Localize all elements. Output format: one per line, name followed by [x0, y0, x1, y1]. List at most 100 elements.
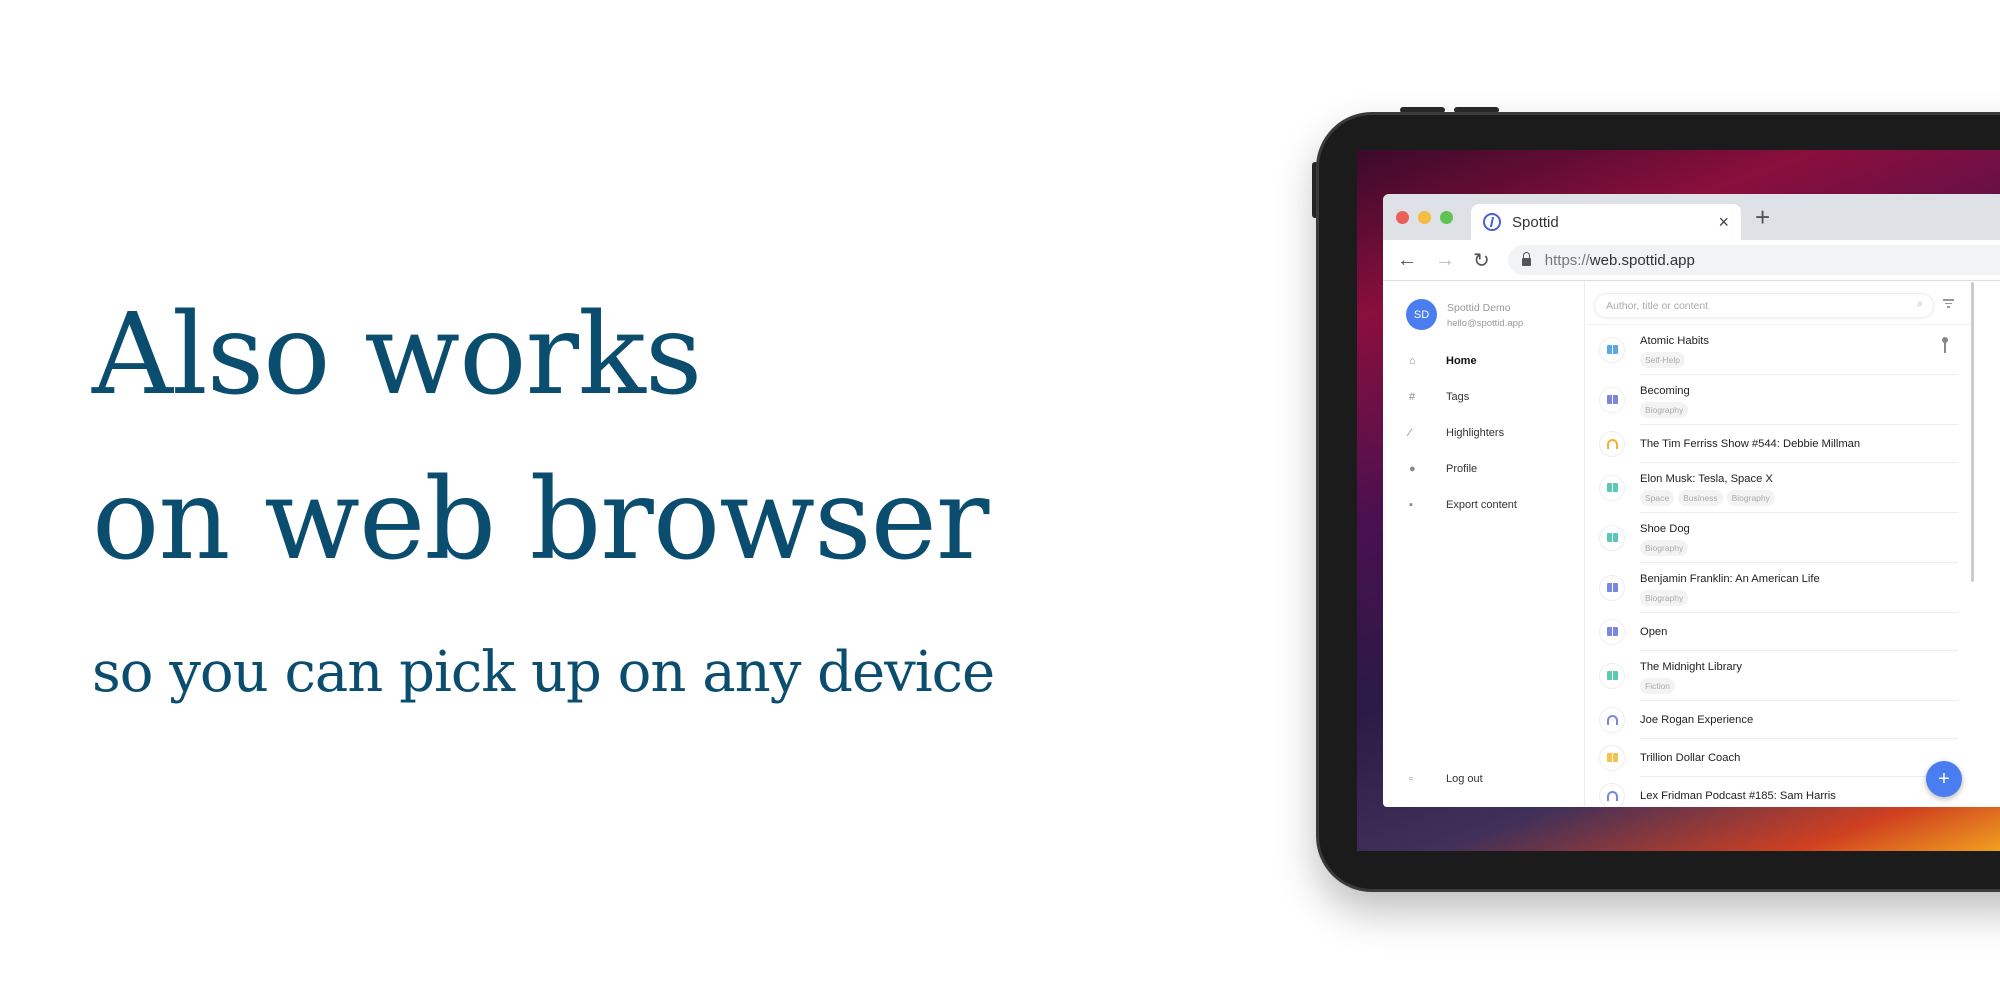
- tag-chip[interactable]: Biography: [1726, 490, 1775, 506]
- content-type-badge: [1599, 474, 1625, 501]
- pin-icon[interactable]: [1942, 337, 1948, 353]
- tag-chip[interactable]: Business: [1678, 490, 1723, 506]
- scrollbar[interactable]: [1971, 282, 1974, 582]
- content-list-pane: Author, title or content ⌕ Atomic Habits…: [1585, 281, 1971, 807]
- headphones-icon: [1606, 790, 1618, 801]
- content-type-badge: [1599, 336, 1625, 363]
- headphones-icon: [1606, 438, 1618, 449]
- list-item[interactable]: The Midnight Library Fiction: [1599, 651, 1958, 701]
- headline-line-2: on web browser: [92, 455, 989, 585]
- spottid-logo-icon: [1483, 213, 1501, 231]
- lock-icon: [1521, 252, 1531, 266]
- sidebar-item-tags[interactable]: # Tags: [1409, 391, 1469, 403]
- sidebar-item-home[interactable]: ⌂ Home: [1409, 355, 1477, 367]
- maximize-window-button[interactable]: [1440, 211, 1453, 224]
- content-type-badge: [1599, 706, 1625, 733]
- sidebar: SD Spottid Demo hello@spottid.app ⌂ Home #…: [1383, 281, 1585, 807]
- item-title: The Tim Ferriss Show #544: Debbie Millma…: [1640, 438, 1861, 450]
- browser-tab[interactable]: Spottid ×: [1471, 204, 1741, 240]
- book-icon: [1606, 395, 1618, 404]
- url-field[interactable]: https://web.spottid.app: [1507, 245, 2000, 275]
- filter-icon[interactable]: [1943, 299, 1954, 310]
- list-item[interactable]: Elon Musk: Tesla, Space X Space Business Bi…: [1599, 463, 1958, 513]
- book-icon: [1606, 533, 1618, 542]
- content-list: Atomic Habits Self-Help Becoming Biography T…: [1585, 324, 1971, 807]
- content-type-badge: [1599, 662, 1625, 689]
- item-title: Joe Rogan Experience: [1640, 714, 1754, 726]
- sidebar-item-highlighters[interactable]: ⁄ Highlighters: [1409, 427, 1504, 439]
- item-title: Shoe Dog: [1640, 523, 1690, 535]
- list-item[interactable]: Atomic Habits Self-Help: [1599, 325, 1958, 375]
- person-icon: ●: [1409, 463, 1416, 475]
- content-type-badge: [1599, 618, 1625, 645]
- browser-window: Spottid × + ← → ↻ https://web.spottid.ap…: [1383, 194, 2000, 807]
- reload-icon[interactable]: ↻: [1473, 248, 1490, 273]
- back-icon[interactable]: ←: [1397, 249, 1417, 272]
- avatar[interactable]: SD: [1406, 299, 1437, 330]
- content-type-badge: [1599, 782, 1625, 807]
- item-title: Benjamin Franklin: An American Life: [1640, 573, 1820, 585]
- sidebar-item-label: Highlighters: [1446, 427, 1505, 439]
- item-title: Lex Fridman Podcast #185: Sam Harris: [1640, 790, 1836, 802]
- home-icon: ⌂: [1409, 355, 1416, 367]
- content-type-badge: [1599, 524, 1625, 551]
- list-item[interactable]: Joe Rogan Experience: [1599, 701, 1958, 739]
- content-type-badge: [1599, 744, 1625, 771]
- book-icon: [1606, 583, 1618, 592]
- item-title: Trillion Dollar Coach: [1640, 752, 1741, 764]
- tab-bar: Spottid × +: [1383, 194, 2000, 240]
- close-tab-icon[interactable]: ×: [1718, 212, 1729, 233]
- content-type-badge: [1599, 574, 1625, 601]
- headphones-icon: [1606, 714, 1618, 725]
- search-icon[interactable]: ⌕: [1917, 298, 1923, 311]
- tag-chip[interactable]: Biography: [1640, 402, 1689, 418]
- user-email: hello@spottid.app: [1447, 318, 1524, 329]
- url-host: web.spottid.app: [1589, 251, 1695, 269]
- tag-chip[interactable]: Fiction: [1640, 678, 1676, 694]
- add-content-button[interactable]: +: [1926, 761, 1962, 797]
- url-scheme: https://: [1544, 251, 1590, 269]
- list-item[interactable]: Benjamin Franklin: An American Life Biogr…: [1599, 563, 1958, 613]
- content-type-badge: [1599, 386, 1625, 413]
- tag-chip[interactable]: Space: [1640, 490, 1675, 506]
- book-icon: [1606, 671, 1618, 680]
- hash-icon: #: [1409, 391, 1416, 403]
- sidebar-item-label: Export content: [1446, 499, 1517, 511]
- sidebar-item-export-content[interactable]: ▪ Export content: [1409, 499, 1517, 511]
- sidebar-item-profile[interactable]: ● Profile: [1409, 463, 1477, 475]
- tab-title: Spottid: [1512, 213, 1559, 231]
- minimize-window-button[interactable]: [1418, 211, 1431, 224]
- book-icon: [1606, 483, 1618, 492]
- tag-chip[interactable]: Biography: [1640, 540, 1689, 556]
- sidebar-item-label: Tags: [1446, 391, 1470, 403]
- item-title: Atomic Habits: [1640, 335, 1710, 347]
- list-item[interactable]: The Tim Ferriss Show #544: Debbie Millma…: [1599, 425, 1958, 463]
- headline-line-1: Also works: [92, 290, 702, 420]
- new-tab-button[interactable]: +: [1755, 202, 1770, 233]
- logout-icon: ▫: [1409, 773, 1413, 785]
- tag-chip[interactable]: Biography: [1640, 590, 1689, 606]
- list-item[interactable]: Shoe Dog Biography: [1599, 513, 1958, 563]
- search-input[interactable]: Author, title or content ⌕: [1594, 293, 1934, 318]
- list-item[interactable]: Open: [1599, 613, 1958, 651]
- close-window-button[interactable]: [1396, 211, 1409, 224]
- search-placeholder: Author, title or content: [1606, 300, 1709, 312]
- book-icon: [1606, 627, 1618, 636]
- item-title: Elon Musk: Tesla, Space X: [1640, 473, 1773, 485]
- pen-icon: ⁄: [1409, 427, 1411, 439]
- content-type-badge: [1599, 430, 1625, 457]
- export-icon: ▪: [1409, 499, 1413, 511]
- sidebar-item-logout[interactable]: ▫ Log out: [1409, 773, 1483, 785]
- sidebar-item-label: Profile: [1446, 463, 1478, 475]
- list-item[interactable]: Trillion Dollar Coach: [1599, 739, 1958, 777]
- subtitle: so you can pick up on any device: [92, 640, 995, 705]
- sidebar-item-label: Home: [1446, 355, 1477, 367]
- book-icon: [1606, 753, 1618, 762]
- item-title: The Midnight Library: [1640, 661, 1742, 673]
- forward-icon[interactable]: →: [1435, 249, 1455, 272]
- item-title: Becoming: [1640, 385, 1690, 397]
- list-item[interactable]: Becoming Biography: [1599, 375, 1958, 425]
- tag-chip[interactable]: Self-Help: [1640, 352, 1685, 368]
- book-icon: [1606, 345, 1618, 354]
- list-item[interactable]: Lex Fridman Podcast #185: Sam Harris: [1599, 777, 1958, 807]
